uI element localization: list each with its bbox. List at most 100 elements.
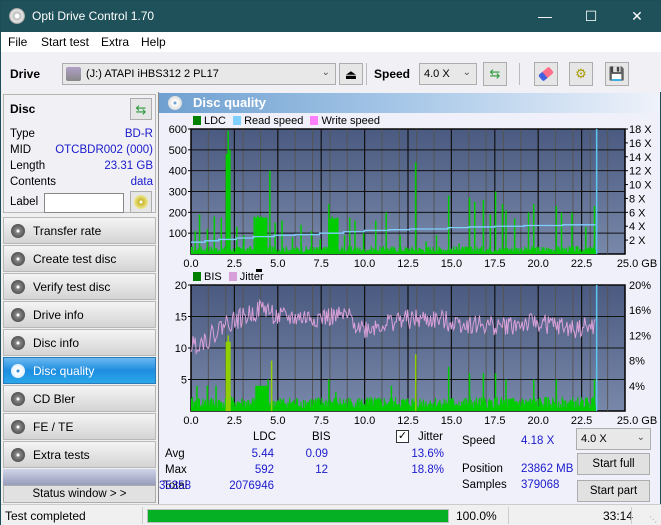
disc-info-icon	[11, 336, 25, 350]
x-tick-label: 7.5	[314, 258, 329, 270]
ldc-spike	[585, 226, 587, 254]
total-label: Total	[163, 480, 188, 492]
nav-drive-info[interactable]: Drive info	[3, 301, 156, 328]
speed-select[interactable]: 4.0 X ⌄	[419, 63, 477, 85]
bis-cluster	[255, 385, 268, 411]
nav-create-test-disc[interactable]: Create test disc	[3, 245, 156, 272]
x-tick-label: 0.0	[183, 258, 198, 270]
x-tick-label: 5.0	[270, 258, 285, 270]
x-tick-label: 5.0	[270, 415, 285, 427]
eject-button[interactable]: ⏏	[339, 63, 363, 85]
fe-te-icon	[11, 420, 25, 434]
x-tick-label: 12.5	[397, 258, 418, 270]
ldc-spike	[468, 197, 471, 254]
ldc-spike	[527, 212, 530, 254]
disc-key: Type	[10, 128, 35, 140]
disc-refresh-button[interactable]: ⇆	[130, 98, 152, 120]
ldc-spike	[473, 201, 476, 254]
bis-spike	[482, 373, 485, 411]
menu-extra[interactable]: Extra	[101, 35, 129, 49]
disc-quality-icon	[168, 96, 182, 110]
y-left-tick-label: 400	[169, 166, 187, 178]
status-separator	[142, 507, 143, 524]
label-input[interactable]	[44, 193, 124, 213]
jitter-avg: 13.6%	[411, 448, 444, 460]
ldc-spike	[425, 241, 427, 254]
max-label: Max	[165, 464, 187, 476]
nav-fe-te[interactable]: FE / TE	[3, 413, 156, 440]
bis-spike	[196, 385, 198, 411]
save-button[interactable]: 💾	[605, 62, 629, 86]
resize-grip-icon[interactable]: ⋱	[649, 515, 657, 524]
samples-value: 379068	[521, 479, 560, 491]
position-label: Position	[462, 463, 503, 475]
test-speed-select[interactable]: 4.0 X ⌄	[576, 428, 651, 450]
label-disc-button[interactable]	[130, 191, 152, 213]
bis-spike	[494, 373, 497, 411]
jitter-checkbox[interactable]: ✓	[396, 430, 409, 443]
nav-disc-info[interactable]: Disc info	[3, 329, 156, 356]
refresh-icon: ⇆	[489, 66, 501, 81]
x-tick-label: 22.5	[571, 258, 592, 270]
disc-header: Disc	[10, 102, 36, 116]
disc-icon	[134, 195, 148, 209]
progress-fill	[148, 510, 448, 522]
y-right-tick-label: 8 X	[629, 193, 646, 205]
ldc-spike	[399, 235, 401, 254]
ldc-spike	[375, 220, 377, 254]
close-button[interactable]: ✕	[614, 1, 660, 32]
ldc-cluster	[255, 217, 268, 254]
ldc-spike	[220, 217, 223, 254]
extra-tests-icon	[11, 448, 25, 462]
settings-button[interactable]: ⚙	[569, 62, 593, 86]
speed-stat-value: 4.18 X	[521, 435, 555, 447]
position-value: 23862 MB	[521, 463, 574, 475]
menu-help[interactable]: Help	[141, 35, 166, 49]
menu-start-test[interactable]: Start test	[41, 35, 89, 49]
bis-spike	[328, 379, 330, 411]
refresh-button[interactable]: ⇆	[483, 62, 507, 86]
bis-spike	[414, 354, 417, 411]
speed-label: Speed	[374, 67, 411, 81]
status-window-button[interactable]: Status window > >	[3, 485, 156, 503]
section-title: Disc quality	[193, 95, 266, 110]
ldc-spike	[362, 233, 365, 254]
start-full-button[interactable]: Start full	[577, 453, 650, 475]
menu-file[interactable]: File	[8, 35, 27, 49]
ldc-spike	[560, 212, 563, 254]
nav-disc-quality[interactable]: Disc quality	[3, 357, 156, 384]
nav-cd-bler[interactable]: CD Bler	[3, 385, 156, 412]
y-right-tick-label: 14 X	[629, 152, 652, 164]
ldc-spike	[281, 220, 283, 254]
ldc-spike	[319, 239, 321, 254]
start-part-button[interactable]: Start part	[577, 480, 650, 502]
chevron-down-icon: ⌄	[321, 67, 330, 78]
maximize-button[interactable]: ☐	[568, 1, 614, 32]
drive-value: (J:) ATAPI iHBS312 2 PL17	[86, 68, 219, 80]
refresh-icon: ⇆	[135, 102, 147, 117]
ldc-spike	[206, 229, 209, 254]
toolbar: Drive (J:) ATAPI iHBS312 2 PL17 ⌄ ⏏ Spee…	[1, 52, 661, 92]
erase-button[interactable]	[534, 62, 558, 86]
sidebar: Disc ⇆ Type BD-R MID OTCBDR002 (000) Lengt…	[1, 92, 158, 504]
settings-icon: ⚙	[575, 66, 587, 81]
y-left-tick-label: 600	[169, 124, 187, 136]
ldc-spike	[494, 191, 497, 254]
bis-total: 35358	[159, 480, 191, 492]
avg-label: Avg	[165, 448, 185, 460]
section-header: Disc quality	[159, 93, 659, 113]
x-tick-label: 15.0	[441, 415, 462, 427]
y-left-tick-label: 200	[169, 207, 187, 219]
jitter-label: Jitter	[418, 431, 443, 443]
nav-transfer-rate[interactable]: Transfer rate	[3, 217, 156, 244]
nav-verify-test-disc[interactable]: Verify test disc	[3, 273, 156, 300]
title-bar: Opti Drive Control 1.70 — ☐ ✕	[1, 1, 661, 32]
nav-label: Drive info	[33, 308, 84, 322]
drive-select[interactable]: (J:) ATAPI iHBS312 2 PL17 ⌄	[62, 63, 336, 85]
nav-extra-tests[interactable]: Extra tests	[3, 441, 156, 468]
y-right-tick-label: 16%	[629, 305, 651, 317]
x-tick-label: 2.5	[227, 258, 242, 270]
minimize-button[interactable]: —	[522, 1, 568, 32]
bis-spike	[270, 360, 273, 411]
status-text: Test completed	[5, 509, 86, 523]
